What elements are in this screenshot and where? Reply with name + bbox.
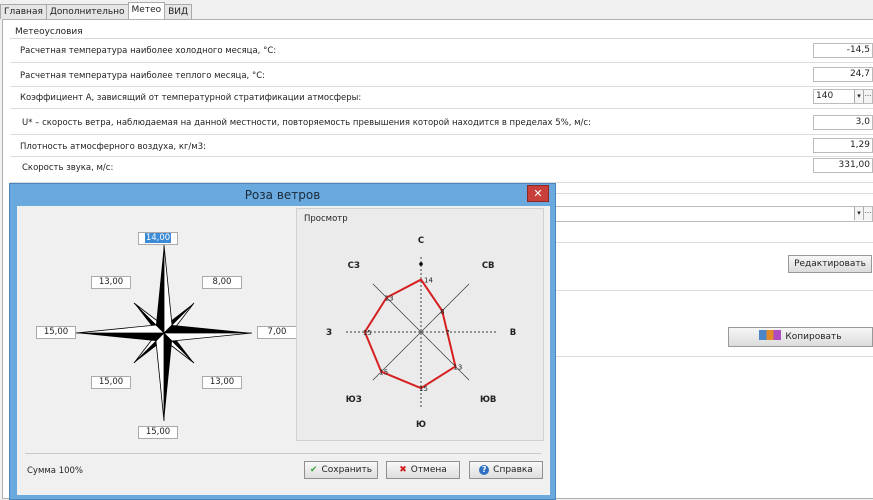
sound-speed-field[interactable]: 331,00 — [813, 158, 873, 173]
air-density-field[interactable]: 1,29 — [813, 138, 873, 153]
edit-button[interactable]: Редактировать — [788, 255, 872, 273]
preview-panel: Просмотр 14 8 7 13 15 15 15 13 С СВ В ЮВ Ю ЮЗ З СЗ — [296, 208, 544, 441]
data-label: 15 — [379, 369, 388, 377]
copy-button[interactable]: Копировать — [728, 327, 873, 347]
direction-label: СЗ — [348, 261, 360, 271]
direction-label: В — [510, 328, 516, 338]
data-label: 13 — [453, 363, 462, 371]
wind-sw-input[interactable]: 15,00 — [91, 376, 131, 389]
wind-se-input[interactable]: 13,00 — [202, 376, 242, 389]
param-label-wind-speed: U* – скорость ветра, наблюдаемая на данн… — [22, 118, 591, 128]
chevron-down-icon[interactable]: ▾ — [854, 207, 863, 220]
data-label: 14 — [424, 277, 433, 285]
data-label: 8 — [440, 308, 444, 316]
ellipsis-icon[interactable]: ··· — [863, 90, 872, 103]
close-icon[interactable]: ✕ — [527, 185, 549, 202]
hidden-select[interactable]: ▾ ··· — [555, 206, 873, 222]
direction-label: З — [326, 328, 332, 338]
copy-label: Копировать — [785, 332, 842, 342]
wind-n-input[interactable]: 14,00 — [138, 232, 178, 245]
warm-temp-field[interactable]: 24,7 — [813, 67, 873, 82]
north-marker — [419, 262, 423, 266]
direction-label: ЮВ — [480, 395, 496, 405]
tab-bar: Главная Дополнительно Метео ВИД — [0, 2, 193, 19]
coef-a-value: 140 — [816, 91, 834, 101]
divider — [556, 290, 873, 291]
help-icon: ? — [479, 465, 490, 475]
direction-label: ЮЗ — [346, 395, 362, 405]
data-label: 15 — [363, 329, 372, 337]
save-button[interactable]: ✔ Сохранить — [304, 461, 378, 479]
param-label-coef-a: Коэффициент А, зависящий от температурно… — [20, 93, 362, 103]
data-label: 13 — [385, 295, 394, 303]
check-icon: ✔ — [309, 465, 318, 475]
direction-label: Ю — [416, 420, 426, 430]
divider — [556, 356, 873, 357]
dialog-title: Роза ветров — [244, 188, 321, 202]
divider — [10, 156, 873, 157]
divider — [10, 134, 873, 135]
dialog-body: 14,00 13,00 8,00 15,00 7,00 15,00 13,00 … — [17, 206, 550, 495]
wind-rose-dialog: Роза ветров ✕ 14,00 13,00 8,00 15,00 7,0… — [9, 183, 556, 500]
divider — [10, 62, 873, 63]
wind-nw-input[interactable]: 13,00 — [91, 276, 131, 289]
sum-label: Сумма 100% — [27, 466, 84, 476]
ellipsis-icon[interactable]: ··· — [863, 207, 872, 220]
direction-label: СВ — [482, 261, 495, 271]
coef-a-select[interactable]: 140 ▾ ··· — [813, 89, 873, 104]
param-label-cold-temp: Расчетная температура наиболее холодного… — [20, 46, 277, 56]
copy-icon — [759, 330, 782, 340]
param-label-warm-temp: Расчетная температура наиболее теплого м… — [20, 71, 266, 81]
divider — [10, 108, 873, 109]
tab-additional[interactable]: Дополнительно — [45, 4, 129, 19]
wind-rose-chart: 14 8 7 13 15 15 15 13 С СВ В ЮВ Ю ЮЗ З СЗ — [326, 236, 516, 430]
cancel-button[interactable]: ✖ Отмена — [386, 461, 460, 479]
wind-s-input[interactable]: 15,00 — [138, 426, 178, 439]
wind-e-input[interactable]: 7,00 — [257, 326, 297, 339]
divider — [10, 86, 873, 87]
dialog-divider — [25, 453, 541, 454]
group-divider — [10, 38, 873, 39]
direction-label: С — [418, 236, 424, 246]
chevron-down-icon[interactable]: ▾ — [854, 90, 863, 103]
divider — [556, 193, 873, 194]
cold-temp-field[interactable]: -14,5 — [813, 43, 873, 58]
wind-speed-field[interactable]: 3,0 — [813, 115, 873, 130]
cross-icon: ✖ — [399, 465, 407, 475]
wind-ne-input[interactable]: 8,00 — [202, 276, 242, 289]
param-label-air-density: Плотность атмосферного воздуха, кг/м3: — [20, 142, 206, 152]
wind-w-input[interactable]: 15,00 — [36, 326, 76, 339]
help-button[interactable]: ? Справка — [469, 461, 543, 479]
data-label: 15 — [419, 385, 428, 393]
divider — [556, 242, 873, 243]
tab-main[interactable]: Главная — [0, 4, 47, 19]
param-label-sound-speed: Скорость звука, м/с: — [22, 163, 114, 173]
tab-meteo[interactable]: Метео — [127, 2, 166, 19]
data-label: 7 — [445, 329, 449, 337]
tab-view[interactable]: ВИД — [164, 4, 193, 19]
group-title: Метеоусловия — [15, 27, 83, 37]
